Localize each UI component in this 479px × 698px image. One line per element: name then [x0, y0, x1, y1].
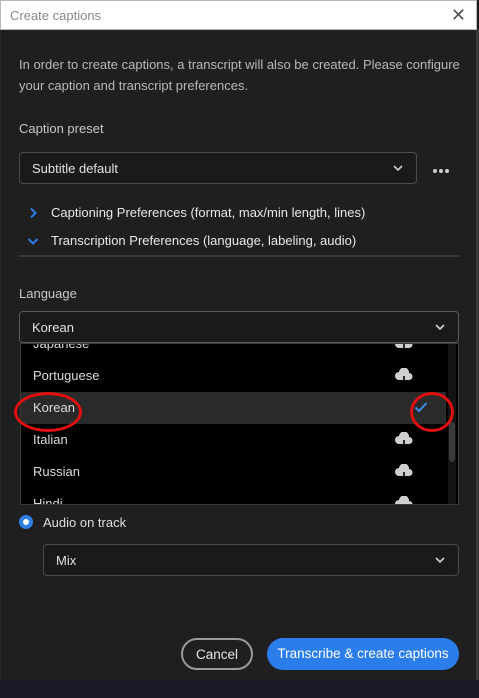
audio-track-value: Mix	[56, 553, 77, 568]
cloud-download-icon	[395, 432, 413, 450]
language-option-label: Korean	[33, 400, 75, 415]
language-value: Korean	[32, 320, 74, 335]
chevron-down-icon	[393, 165, 403, 172]
language-option-label: Japanese	[33, 343, 90, 351]
language-option-hindi[interactable]: Hindi	[21, 488, 446, 505]
language-option-italian[interactable]: Italian	[21, 424, 446, 456]
captioning-preferences-label: Captioning Preferences (format, max/min …	[51, 205, 366, 220]
cloud-download-icon	[395, 464, 413, 482]
scrollbar-thumb[interactable]	[449, 422, 455, 462]
language-option-russian[interactable]: Russian	[21, 456, 446, 488]
language-dropdown-list: Japanese Portuguese Korean Italian Russi…	[20, 343, 459, 505]
dropdown-scrollbar[interactable]	[448, 344, 456, 504]
audio-track-select[interactable]: Mix	[43, 544, 459, 576]
language-label: Language	[19, 286, 77, 301]
language-option-label: Russian	[33, 464, 80, 479]
window-title: Create captions	[10, 8, 102, 23]
captioning-preferences-toggle[interactable]: Captioning Preferences (format, max/min …	[30, 205, 366, 220]
transcription-preferences-toggle[interactable]: Transcription Preferences (language, lab…	[27, 233, 357, 248]
caption-preset-select[interactable]: Subtitle default	[19, 152, 417, 184]
chevron-down-icon	[435, 557, 445, 564]
chevron-right-icon	[30, 207, 37, 219]
caption-preset-value: Subtitle default	[32, 161, 119, 176]
transcribe-create-captions-button[interactable]: Transcribe & create captions	[267, 638, 459, 670]
checkmark-icon	[414, 402, 428, 413]
cancel-button[interactable]: Cancel	[181, 638, 253, 670]
caption-preset-label: Caption preset	[19, 121, 104, 136]
background-strip	[0, 680, 479, 698]
close-icon[interactable]: ✕	[451, 5, 466, 25]
chevron-down-icon	[435, 324, 445, 331]
more-options-icon[interactable]	[433, 160, 455, 176]
section-divider	[19, 255, 459, 257]
create-captions-dialog: In order to create captions, a transcrip…	[0, 30, 478, 680]
window-titlebar: Create captions ✕	[0, 0, 477, 30]
cloud-download-icon	[395, 344, 413, 354]
cloud-download-icon	[395, 368, 413, 386]
transcription-preferences-label: Transcription Preferences (language, lab…	[51, 233, 357, 248]
language-option-label: Portuguese	[33, 368, 100, 383]
language-option-korean[interactable]: Korean	[21, 392, 446, 424]
language-option-label: Italian	[33, 432, 68, 447]
audio-on-track-radio[interactable]	[19, 515, 33, 529]
chevron-down-icon	[27, 238, 39, 245]
intro-text: In order to create captions, a transcrip…	[19, 57, 460, 93]
language-option-japanese[interactable]: Japanese	[21, 343, 446, 360]
audio-on-track-label: Audio on track	[43, 515, 127, 530]
language-option-portuguese[interactable]: Portuguese	[21, 360, 446, 392]
language-select[interactable]: Korean	[19, 311, 459, 343]
cloud-download-icon	[395, 496, 413, 504]
language-option-label: Hindi	[33, 496, 63, 505]
